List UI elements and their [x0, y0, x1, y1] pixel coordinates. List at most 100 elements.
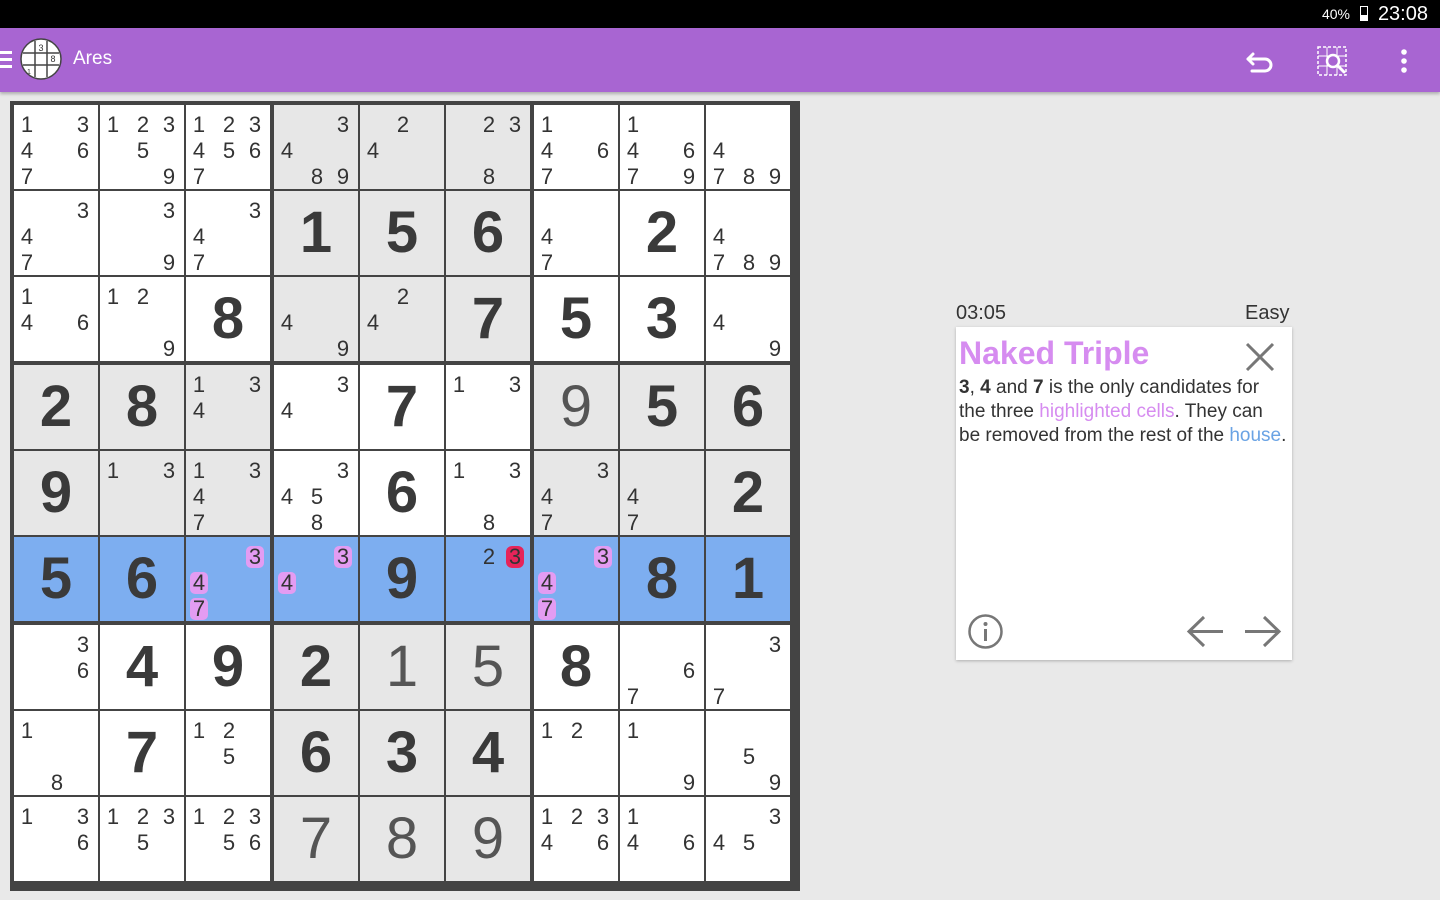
- sudoku-cell[interactable]: 39: [100, 191, 184, 275]
- sudoku-cell[interactable]: 9: [534, 365, 618, 449]
- candidate-mark: 3: [336, 112, 350, 137]
- sudoku-cell[interactable]: 1 36: [14, 797, 98, 881]
- candidate-mark: 2: [222, 804, 236, 829]
- sudoku-cell[interactable]: 347: [186, 191, 270, 275]
- sudoku-cell[interactable]: 5: [446, 625, 530, 709]
- sudoku-cell[interactable]: 7: [446, 277, 530, 361]
- sudoku-cell[interactable]: 2: [14, 365, 98, 449]
- sudoku-cell[interactable]: 23: [446, 537, 530, 621]
- close-icon[interactable]: [1243, 340, 1277, 374]
- sudoku-cell[interactable]: 347: [14, 191, 98, 275]
- sudoku-cell[interactable]: 24: [360, 277, 444, 361]
- candidate-mark: 4: [540, 138, 554, 163]
- sudoku-cell[interactable]: 14 6: [14, 277, 98, 361]
- sudoku-cell[interactable]: 347: [534, 451, 618, 535]
- undo-icon[interactable]: [1243, 44, 1277, 78]
- sudoku-cell[interactable]: 347: [186, 537, 270, 621]
- sudoku-cell[interactable]: 9: [14, 451, 98, 535]
- sudoku-cell[interactable]: 125: [186, 711, 270, 795]
- sudoku-cell[interactable]: 9: [186, 625, 270, 709]
- sudoku-cell[interactable]: 2: [274, 625, 358, 709]
- sudoku-cell[interactable]: 4: [100, 625, 184, 709]
- sudoku-cell[interactable]: 12 9: [100, 277, 184, 361]
- sudoku-cell[interactable]: 8: [620, 537, 704, 621]
- sudoku-cell[interactable]: 3 45: [706, 797, 790, 881]
- sudoku-cell[interactable]: 34: [274, 537, 358, 621]
- sudoku-cell[interactable]: 6: [446, 191, 530, 275]
- sudoku-cell[interactable]: 3: [620, 277, 704, 361]
- app-logo-icon[interactable]: 3 8 1: [19, 37, 63, 81]
- sudoku-cell[interactable]: 24: [360, 105, 444, 189]
- highlighted-cells-link[interactable]: highlighted cells: [1039, 401, 1174, 422]
- hint-number: 3: [959, 377, 970, 398]
- sudoku-cell[interactable]: 47: [534, 191, 618, 275]
- sudoku-cell[interactable]: 4789: [706, 191, 790, 275]
- sudoku-cell[interactable]: 18: [14, 711, 98, 795]
- sudoku-cell[interactable]: 123 4 6: [534, 797, 618, 881]
- sudoku-cell[interactable]: 1: [706, 537, 790, 621]
- sudoku-cell[interactable]: 6: [100, 537, 184, 621]
- sudoku-cell[interactable]: 7: [360, 365, 444, 449]
- sudoku-cell[interactable]: 2: [706, 451, 790, 535]
- sudoku-cell[interactable]: 1 3 47: [186, 451, 270, 535]
- sudoku-cell[interactable]: 6: [706, 365, 790, 449]
- sudoku-cell[interactable]: 37: [706, 625, 790, 709]
- sudoku-cell[interactable]: 8: [534, 625, 618, 709]
- sudoku-cell[interactable]: 12: [534, 711, 618, 795]
- sudoku-cell[interactable]: 6: [274, 711, 358, 795]
- sudoku-cell[interactable]: 19: [620, 711, 704, 795]
- sudoku-cell[interactable]: 1 3 4 6 7: [14, 105, 98, 189]
- sudoku-cell[interactable]: 3 458: [274, 451, 358, 535]
- sudoku-cell[interactable]: 2: [620, 191, 704, 275]
- sudoku-cell[interactable]: 4789: [706, 105, 790, 189]
- sudoku-cell[interactable]: 13: [446, 365, 530, 449]
- sudoku-cell[interactable]: 9: [360, 537, 444, 621]
- sudoku-cell[interactable]: 1235: [100, 797, 184, 881]
- candidate-mark: 9: [768, 164, 782, 189]
- more-vert-icon[interactable]: [1387, 44, 1421, 78]
- sudoku-cell[interactable]: 5: [620, 365, 704, 449]
- candidate-mark: 1: [20, 284, 34, 309]
- sudoku-cell[interactable]: 12359: [100, 105, 184, 189]
- sudoku-cell[interactable]: 3 489: [274, 105, 358, 189]
- sudoku-cell[interactable]: 12356: [186, 797, 270, 881]
- sudoku-cell[interactable]: 34: [274, 365, 358, 449]
- sudoku-cell[interactable]: 7: [100, 711, 184, 795]
- sudoku-cell[interactable]: 8: [186, 277, 270, 361]
- hint-search-icon[interactable]: [1315, 44, 1349, 78]
- sudoku-cell[interactable]: 1: [360, 625, 444, 709]
- candidate-mark: 2: [396, 284, 410, 309]
- sudoku-cell[interactable]: 14 6 7 9: [620, 105, 704, 189]
- sudoku-cell[interactable]: 1 3 4: [186, 365, 270, 449]
- sudoku-cell[interactable]: 5: [14, 537, 98, 621]
- sudoku-cell[interactable]: 49: [706, 277, 790, 361]
- sudoku-cell[interactable]: 49: [274, 277, 358, 361]
- next-arrow-icon[interactable]: [1241, 613, 1283, 650]
- sudoku-cell[interactable]: 47: [620, 451, 704, 535]
- info-icon[interactable]: [967, 613, 1004, 650]
- sudoku-cell[interactable]: 13: [100, 451, 184, 535]
- sudoku-cell[interactable]: 36: [14, 625, 98, 709]
- sudoku-cell[interactable]: 8: [100, 365, 184, 449]
- sudoku-cell[interactable]: 3: [360, 711, 444, 795]
- sudoku-cell[interactable]: 67: [620, 625, 704, 709]
- sudoku-cell[interactable]: 23 8: [446, 105, 530, 189]
- sudoku-cell[interactable]: 59: [706, 711, 790, 795]
- sudoku-cell[interactable]: 14 6: [620, 797, 704, 881]
- sudoku-cell[interactable]: 4: [446, 711, 530, 795]
- house-link[interactable]: house: [1229, 425, 1281, 446]
- sudoku-cell[interactable]: 6: [360, 451, 444, 535]
- sudoku-cell[interactable]: 123 456 7: [186, 105, 270, 189]
- sudoku-cell[interactable]: 1: [274, 191, 358, 275]
- sudoku-cell[interactable]: 1 3 8: [446, 451, 530, 535]
- sudoku-cell[interactable]: 7: [274, 797, 358, 881]
- sudoku-cell[interactable]: 5: [360, 191, 444, 275]
- menu-icon[interactable]: [0, 51, 12, 69]
- sudoku-cell[interactable]: 14 6 7: [534, 105, 618, 189]
- sudoku-cell[interactable]: 8: [360, 797, 444, 881]
- sudoku-cell[interactable]: 5: [534, 277, 618, 361]
- sudoku-cell[interactable]: 347: [534, 537, 618, 621]
- prev-arrow-icon[interactable]: [1185, 613, 1227, 650]
- sudoku-cell[interactable]: 9: [446, 797, 530, 881]
- cell-value: 7: [299, 806, 333, 871]
